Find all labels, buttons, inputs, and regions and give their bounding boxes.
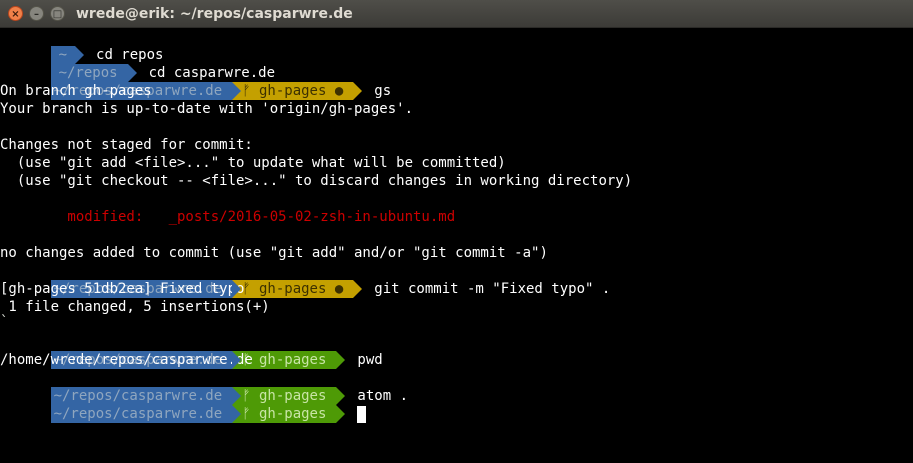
window-title: wrede@erik: ~/repos/casparwre.de (76, 6, 353, 22)
close-window-button[interactable]: × (8, 6, 23, 21)
terminal-line: ~/repos/casparwre.de ᚠ gh-pages (0, 387, 913, 423)
terminal-content[interactable]: ~ cd repos ~/repos cd casparwre.de ~/repos… (0, 28, 913, 463)
text-cursor[interactable] (357, 406, 367, 423)
output-line: Your branch is up-to-date with 'origin/g… (0, 101, 414, 117)
output-line: Changes not staged for commit: (0, 137, 253, 153)
output-line: (use "git checkout -- <file>..." to disc… (0, 173, 633, 189)
output-line: no changes added to commit (use "git add… (0, 245, 548, 261)
title-bar: × – □ wrede@erik: ~/repos/casparwre.de (0, 0, 913, 28)
prompt-git-branch: ᚠ gh-pages (232, 405, 337, 423)
terminal-line: ~/repos/casparwre.de ᚠ gh-pages atom . (0, 369, 913, 405)
prompt-directory: ~/repos/casparwre.de (50, 405, 242, 423)
output-line: ` (0, 314, 9, 330)
maximize-window-button[interactable]: □ (50, 6, 65, 21)
terminal-line: ~/repos cd casparwre.de (0, 46, 913, 82)
terminal-line: ~ cd repos (0, 28, 913, 64)
modified-file-line: modified: _posts/2016-05-02-zsh-in-ubunt… (0, 209, 456, 225)
output-line: On branch gh-pages (0, 83, 152, 99)
prompt-separator-icon (232, 351, 242, 369)
prompt-separator-icon (232, 280, 242, 298)
prompt-directory-label: ~/repos/casparwre.de (53, 406, 223, 422)
prompt-separator-icon (336, 405, 346, 423)
terminal-line: ~/repos/casparwre.de ᚠ gh-pages ● git comm… (0, 262, 913, 298)
output-line: [gh-pages 51db2ea] Fixed typo (0, 281, 245, 297)
output-line: (use "git add <file>..." to update what … (0, 155, 506, 171)
terminal-window: × – □ wrede@erik: ~/repos/casparwre.de ~… (0, 0, 913, 463)
output-line: /home/wrede/repos/casparwre.de (0, 352, 253, 368)
prompt-separator-icon (232, 405, 242, 423)
prompt-separator-icon (232, 387, 242, 405)
terminal-line: ~/repos/casparwre.de ᚠ gh-pages pwd (0, 333, 913, 369)
prompt-separator-icon (232, 82, 242, 100)
output-line: 1 file changed, 5 insertions(+) (0, 299, 270, 315)
terminal-line: ~/repos/casparwre.de ᚠ gh-pages ● gs (0, 64, 913, 100)
minimize-window-button[interactable]: – (29, 6, 44, 21)
